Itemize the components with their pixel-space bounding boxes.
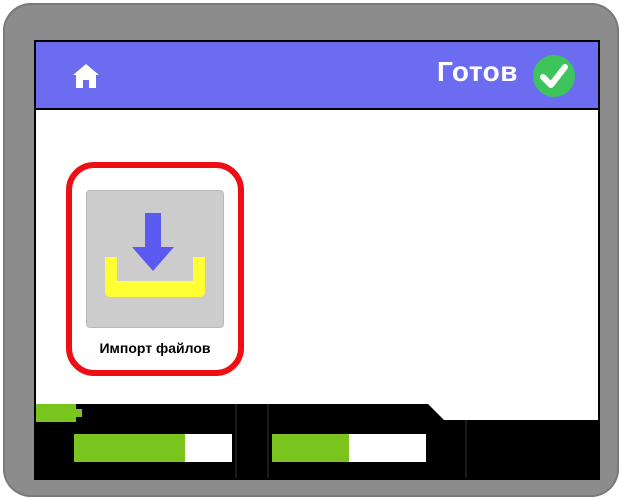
device-screen: Готов Импорт файлов xyxy=(34,40,600,480)
check-circle-icon xyxy=(533,55,575,97)
home-button[interactable] xyxy=(66,58,106,94)
import-tile-icon-box xyxy=(86,190,224,328)
progress-bar-1-fill xyxy=(74,434,185,462)
progress-bar-1 xyxy=(74,434,232,462)
status-footer xyxy=(36,404,598,478)
home-icon xyxy=(73,64,99,88)
progress-bar-2-fill xyxy=(272,434,349,462)
status-text: Готов xyxy=(436,56,518,87)
progress-bar-2 xyxy=(272,434,426,462)
battery-icon xyxy=(36,404,82,422)
import-download-tray-icon xyxy=(105,213,205,297)
header-bar: Готов xyxy=(36,42,598,110)
import-files-tile[interactable]: Импорт файлов xyxy=(66,162,244,376)
import-files-label: Импорт файлов xyxy=(99,340,211,356)
